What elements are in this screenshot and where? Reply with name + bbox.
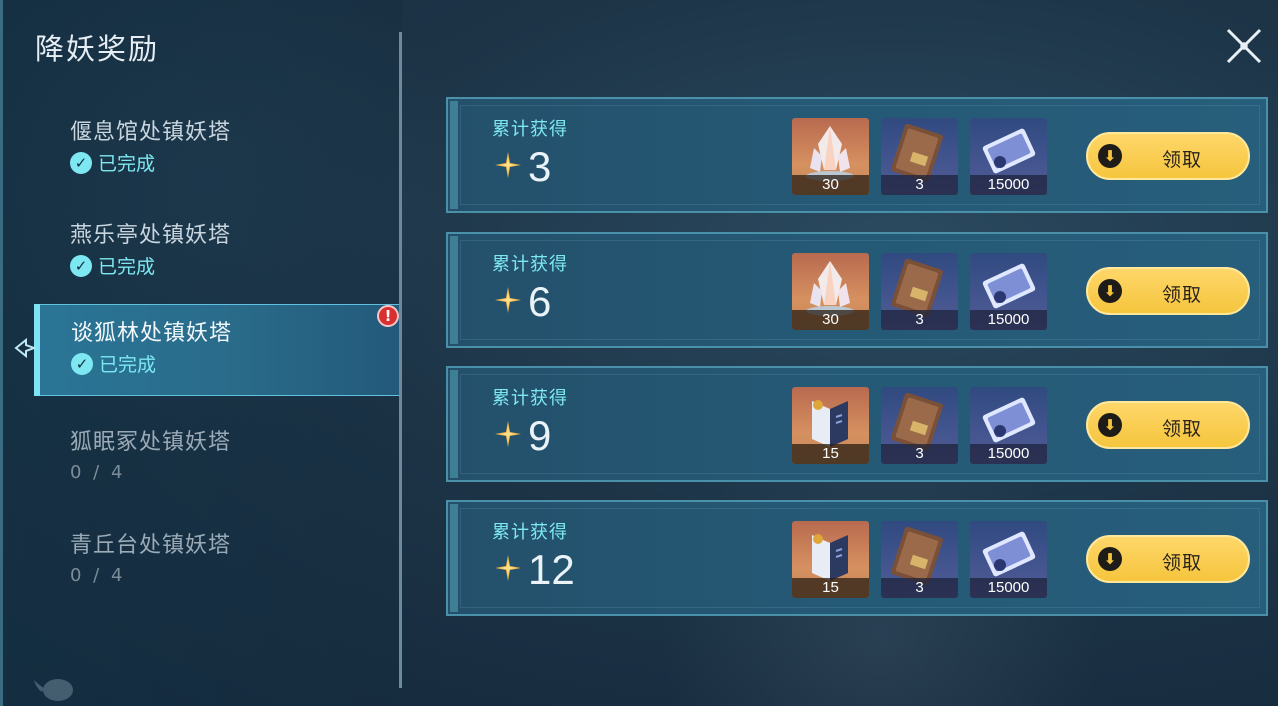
tower-item-humianzhong[interactable]: 狐眠冢处镇妖塔 0 / 4 (34, 414, 400, 506)
download-icon: ⬇ (1098, 547, 1122, 571)
item-quantity: 15000 (970, 175, 1047, 195)
ticket-icon[interactable]: 15000 (970, 118, 1047, 195)
panel-title: 降妖奖励 (35, 32, 160, 66)
tower-progress: 0 / 4 (70, 462, 126, 483)
crystal-icon[interactable]: 30 (792, 253, 869, 330)
ticket-icon[interactable]: 15000 (970, 387, 1047, 464)
download-icon: ⬇ (1098, 144, 1122, 168)
whale-icon (34, 679, 73, 701)
star-icon (495, 152, 521, 178)
panel-divider (399, 32, 402, 688)
star-count: 9 (528, 412, 552, 459)
tower-item-qingqiutai[interactable]: 青丘台处镇妖塔 0 / 4 (34, 517, 400, 609)
item-quantity: 3 (881, 578, 958, 598)
item-quantity: 15000 (970, 444, 1047, 464)
book-icon[interactable]: 3 (881, 118, 958, 195)
tower-status: ✓ 已完成 (71, 350, 156, 377)
reward-label: 累计获得 (492, 522, 568, 543)
star-icon (495, 421, 521, 447)
star-icon (495, 287, 521, 313)
item-quantity: 3 (881, 175, 958, 195)
claim-label: 领取 (1162, 149, 1203, 171)
status-label: 已完成 (98, 153, 156, 175)
claim-label: 领取 (1162, 418, 1203, 440)
check-icon: ✓ (71, 352, 93, 375)
claim-label: 领取 (1162, 552, 1203, 574)
reward-card-3: 累计获得 9 15 3 15000 ⬇ 领取 (446, 366, 1268, 482)
status-label: 已完成 (98, 256, 156, 278)
tower-name: 谈狐林处镇妖塔 (71, 321, 233, 346)
status-label: 已完成 (99, 354, 157, 376)
item-quantity: 15 (792, 578, 869, 598)
crystal-icon[interactable]: 30 (792, 118, 869, 195)
claim-button[interactable]: ⬇ 领取 (1086, 401, 1250, 449)
tower-list-panel: 降妖奖励 偃息馆处镇妖塔 ✓ 已完成 燕乐亭处镇妖塔 ✓ 已完成 谈狐林处镇妖塔… (0, 0, 402, 706)
star-icon (495, 555, 521, 581)
tower-status: ✓ 已完成 (70, 149, 155, 176)
tower-status: ✓ 已完成 (70, 252, 155, 279)
download-icon: ⬇ (1098, 279, 1122, 303)
tower-name: 偃息馆处镇妖塔 (70, 120, 232, 145)
card-stripe (450, 370, 458, 478)
card-stripe (450, 504, 458, 612)
item-quantity: 15000 (970, 310, 1047, 330)
tower-name: 青丘台处镇妖塔 (70, 533, 232, 558)
claim-button[interactable]: ⬇ 领取 (1086, 535, 1250, 583)
reward-label: 累计获得 (492, 119, 568, 140)
tower-item-yanxiguan[interactable]: 偃息馆处镇妖塔 ✓ 已完成 (34, 104, 400, 196)
close-icon[interactable] (1222, 26, 1266, 66)
check-icon: ✓ (70, 151, 92, 174)
star-count: 12 (528, 546, 575, 593)
claim-button[interactable]: ⬇ 领取 (1086, 132, 1250, 180)
reward-label: 累计获得 (492, 254, 568, 275)
ticket-icon[interactable]: 15000 (970, 521, 1047, 598)
open-book-icon[interactable]: 15 (792, 387, 869, 464)
item-quantity: 3 (881, 310, 958, 330)
card-stripe (450, 236, 458, 344)
panel-edge (0, 0, 3, 706)
tower-progress: 0 / 4 (70, 565, 126, 586)
download-icon: ⬇ (1098, 413, 1122, 437)
tower-name: 狐眠冢处镇妖塔 (70, 430, 232, 455)
check-icon: ✓ (70, 254, 92, 277)
reward-card-2: 累计获得 6 30 3 15000 ⬇ 领取 (446, 232, 1268, 348)
open-book-icon[interactable]: 15 (792, 521, 869, 598)
tower-item-tanhulin[interactable]: 谈狐林处镇妖塔 ✓ 已完成 ! (34, 304, 400, 396)
reward-label: 累计获得 (492, 388, 568, 409)
claim-label: 领取 (1162, 284, 1203, 306)
tower-item-yanleting[interactable]: 燕乐亭处镇妖塔 ✓ 已完成 (34, 207, 400, 299)
ticket-icon[interactable]: 15000 (970, 253, 1047, 330)
star-count: 6 (528, 278, 552, 325)
item-quantity: 30 (792, 310, 869, 330)
alert-badge: ! (377, 305, 399, 327)
book-icon[interactable]: 3 (881, 387, 958, 464)
item-quantity: 15000 (970, 578, 1047, 598)
card-stripe (450, 101, 458, 209)
reward-card-1: 累计获得 3 30 3 15000 ⬇ 领取 (446, 97, 1268, 213)
item-quantity: 3 (881, 444, 958, 464)
book-icon[interactable]: 3 (881, 521, 958, 598)
tower-name: 燕乐亭处镇妖塔 (70, 223, 232, 248)
selected-arrow-icon (14, 337, 36, 359)
item-quantity: 30 (792, 175, 869, 195)
item-quantity: 15 (792, 444, 869, 464)
reward-card-4: 累计获得 12 15 3 15000 ⬇ 领取 (446, 500, 1268, 616)
star-count: 3 (528, 143, 552, 190)
claim-button[interactable]: ⬇ 领取 (1086, 267, 1250, 315)
book-icon[interactable]: 3 (881, 253, 958, 330)
